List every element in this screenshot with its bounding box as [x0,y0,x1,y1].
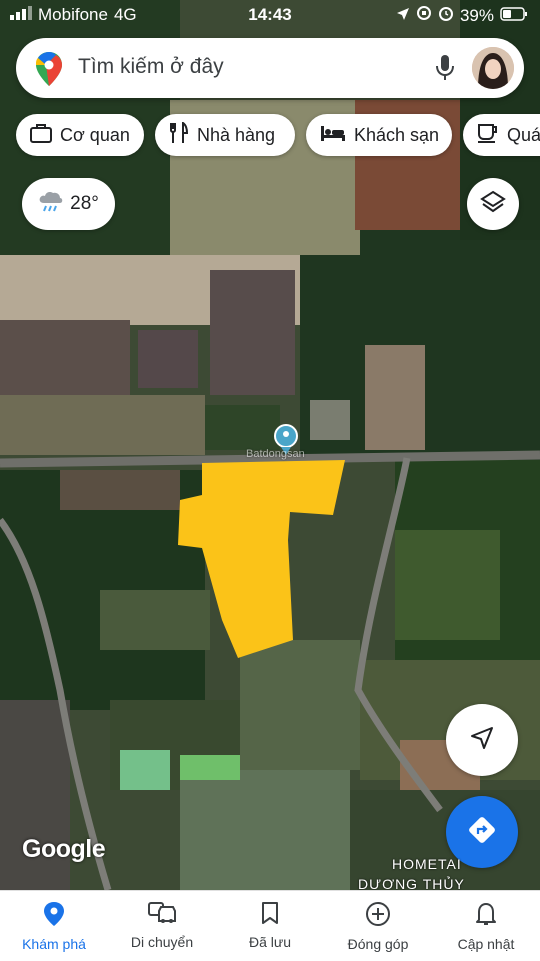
bed-icon [320,124,346,147]
tab-updates[interactable]: Cập nhật [432,891,540,961]
battery-icon [500,6,528,26]
bell-icon [475,901,497,930]
briefcase-icon [30,123,52,148]
car-icon [147,901,177,928]
bookmark-icon [260,901,280,928]
tab-label: Đóng góp [347,936,409,952]
tab-label: Di chuyển [130,934,194,950]
tab-commute[interactable]: Di chuyển [108,891,216,961]
alarm-icon [438,5,454,26]
chip-label: Cơ quan [60,124,130,145]
tab-label: Cập nhật [457,936,515,952]
layers-icon [480,189,506,220]
chip-label: Khách sạn [354,124,440,145]
search-bar[interactable]: Tìm kiếm ở đây [16,38,524,98]
my-location-button[interactable] [446,704,518,776]
chip-restaurants[interactable]: Nhà hàng [155,114,295,156]
status-right: 39% [396,5,528,26]
location-arrow-icon [396,6,410,26]
microphone-icon[interactable] [434,54,456,87]
status-bar: Mobifone 4G 14:43 39% [0,0,540,30]
cup-icon [477,123,499,148]
tab-explore[interactable]: Khám phá [0,891,108,961]
orientation-lock-icon [416,5,432,26]
battery-label: 39% [459,5,494,25]
location-pin-icon [43,901,65,930]
plus-circle-icon [365,901,391,930]
tab-contribute[interactable]: Đóng góp [324,891,432,961]
layers-button[interactable] [467,178,519,230]
place-label: HOMETAI [392,856,462,872]
rain-cloud-icon [38,189,64,219]
directions-icon [468,816,496,849]
watermark-label: Batdongsan [246,448,305,460]
bottom-navigation: Khám phá Di chuyển Đã lưu Đóng góp Cập n… [0,890,540,961]
maps-logo-icon [36,52,62,91]
chip-hotels[interactable]: Khách sạn [306,114,452,156]
chip-work[interactable]: Cơ quan [16,114,144,156]
temperature-label: 28° [70,193,99,214]
fork-knife-icon [169,120,189,149]
tab-label: Đã lưu [248,934,292,950]
google-attribution: Google [22,835,106,863]
tab-label: Khám phá [22,936,86,952]
chip-label: Nhà hàng [197,124,276,145]
search-input[interactable]: Tìm kiếm ở đây [78,55,224,79]
chip-label: Quá [507,124,540,145]
tab-saved[interactable]: Đã lưu [216,891,324,961]
chip-coffee[interactable]: Quá [463,114,540,156]
avatar[interactable] [472,47,514,89]
weather-chip[interactable]: 28° [22,178,115,230]
navigation-arrow-icon [469,725,495,756]
